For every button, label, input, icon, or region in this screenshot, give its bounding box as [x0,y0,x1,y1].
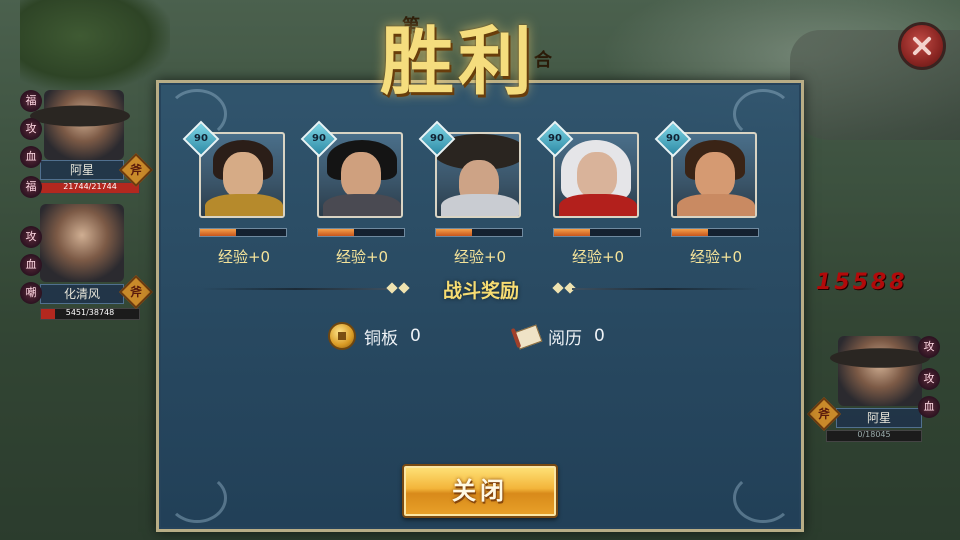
status-icon: 血 [918,396,940,418]
reward-value: 0 [594,326,605,346]
hero-xp-label: 经验+0 [571,248,625,266]
unit-hat [830,348,930,368]
rewards-title: 战斗奖励 [442,280,519,302]
unit-portrait [40,204,124,282]
hero-xp-fill [318,229,355,236]
hero-body [205,194,283,216]
unit-hp-bar: 5451/38748 [40,308,140,320]
hero-xp-bar [553,228,641,237]
hero-face [695,152,735,198]
hero-level: 90 [430,133,444,144]
hero-xp-fill [672,229,709,236]
hero-level: 90 [666,133,680,144]
status-icon: 攻 [20,226,42,248]
status-icon: 攻 [918,368,940,390]
damage-number: 15588 [816,270,908,295]
status-icon: 福 [20,176,42,198]
hero-xp-bar [317,228,405,237]
hero-xp-label: 经验+0 [335,248,389,266]
hero-body [559,194,637,216]
reward-experience: 阅历 0 [510,322,605,350]
hero-level: 90 [312,133,326,144]
reward-label: 铜板 [364,328,398,349]
badge-glyph: 斧 [129,163,142,177]
hero-xp-label: 经验+0 [217,248,271,266]
unit-hp-bar: 0/18045 [826,430,922,442]
hero-level: 90 [548,133,562,144]
experience-scroll-icon [510,322,543,350]
weapon-badge: 斧 [119,275,153,309]
hero-face [341,152,381,198]
hero-xp-fill [200,229,237,236]
hero-xp-bar [199,228,287,237]
badge-glyph: 斧 [129,285,142,299]
status-icon: 血 [20,254,42,276]
hero-level: 90 [194,133,208,144]
unit-hp-bar: 21744/21744 [40,182,140,194]
unit-hp-text: 0/18045 [857,430,891,439]
background-tree [20,0,170,90]
hero-face [577,152,617,198]
corner-ornament [167,473,227,523]
close-button[interactable]: 关闭 [402,464,558,518]
unit-hp-text: 21744/21744 [63,182,117,191]
hero-face [223,152,263,198]
status-icon: 攻 [20,118,42,140]
reward-copper: 铜板 0 [328,322,421,350]
hero-xp-label: 经验+0 [453,248,507,266]
hero-list: 90 经验+0 90 经验+0 90 经验+0 90 经验+0 90 经验+0 [182,120,776,270]
hero-xp-fill [436,229,473,236]
hero-xp-bar [435,228,523,237]
unit-name: 化清风 [40,284,124,304]
reward-label: 阅历 [548,328,582,349]
reward-value: 0 [410,326,421,346]
badge-glyph: 斧 [817,407,830,421]
unit-name: 阿星 [836,408,922,428]
unit-portrait [838,336,922,406]
status-icon: 福 [20,90,42,112]
corner-ornament [733,473,793,523]
divider-right [572,288,760,290]
victory-title: 胜利 [380,19,536,105]
hero-xp-bar [671,228,759,237]
divider-left [200,288,392,290]
copper-coin-icon [328,322,356,350]
close-x-icon[interactable] [898,22,946,70]
hero-body [323,194,401,216]
hero-body [677,194,755,216]
hero-xp-label: 经验+0 [689,248,743,266]
status-icon: 攻 [918,336,940,358]
hero-xp-fill [554,229,591,236]
unit-hp-text: 5451/38748 [65,308,115,317]
unit-name: 阿星 [40,160,124,180]
unit-hat [30,105,130,127]
status-icon: 嘲 [20,282,42,304]
status-icon: 血 [20,146,42,168]
hero-body [441,194,519,216]
